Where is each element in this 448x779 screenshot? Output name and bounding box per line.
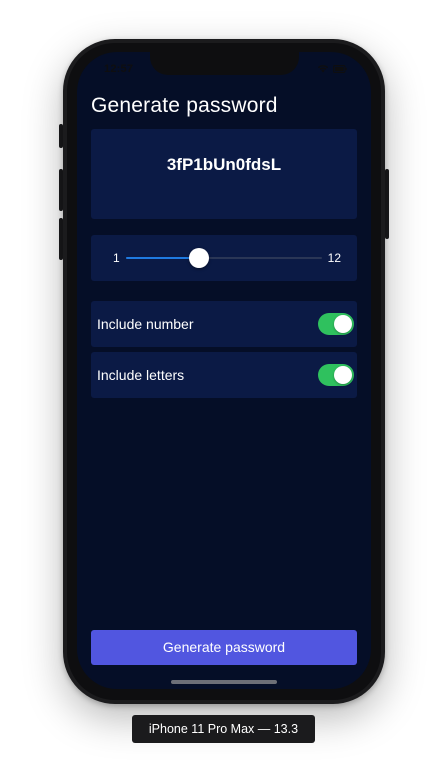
length-slider[interactable] bbox=[126, 248, 322, 268]
include-letters-toggle[interactable] bbox=[318, 364, 354, 386]
generated-password: 3fP1bUn0fdsL bbox=[166, 155, 282, 174]
generate-password-button[interactable]: Generate password bbox=[91, 630, 357, 665]
status-icons bbox=[317, 64, 347, 73]
include-letters-label: Include letters bbox=[97, 367, 185, 383]
device-label: iPhone 11 Pro Max — 13.3 bbox=[132, 715, 315, 743]
page-title: Generate password bbox=[91, 94, 278, 117]
simulator-stage: 12:57 Generate password 3fP1bUn0fdsL 1 1… bbox=[0, 0, 448, 779]
option-include-number: Include number bbox=[91, 301, 357, 347]
include-number-label: Include number bbox=[97, 316, 194, 332]
toggle-knob bbox=[334, 366, 352, 384]
include-number-toggle[interactable] bbox=[318, 313, 354, 335]
status-time: 12:57 bbox=[104, 63, 134, 75]
toggle-knob bbox=[334, 315, 352, 333]
power-button bbox=[385, 169, 389, 239]
notch bbox=[150, 52, 299, 75]
slider-fill bbox=[126, 257, 199, 259]
app-screen: 12:57 Generate password 3fP1bUn0fdsL 1 1… bbox=[77, 52, 371, 689]
slider-thumb[interactable] bbox=[188, 248, 209, 268]
wifi-icon bbox=[317, 65, 329, 73]
option-include-letters: Include letters bbox=[91, 352, 357, 398]
length-slider-card: 1 12 bbox=[91, 235, 357, 281]
slider-max-label: 12 bbox=[327, 251, 341, 265]
home-indicator[interactable] bbox=[171, 680, 277, 684]
password-display-card: 3fP1bUn0fdsL bbox=[91, 129, 357, 219]
slider-min-label: 1 bbox=[113, 251, 120, 265]
battery-icon bbox=[333, 64, 347, 73]
